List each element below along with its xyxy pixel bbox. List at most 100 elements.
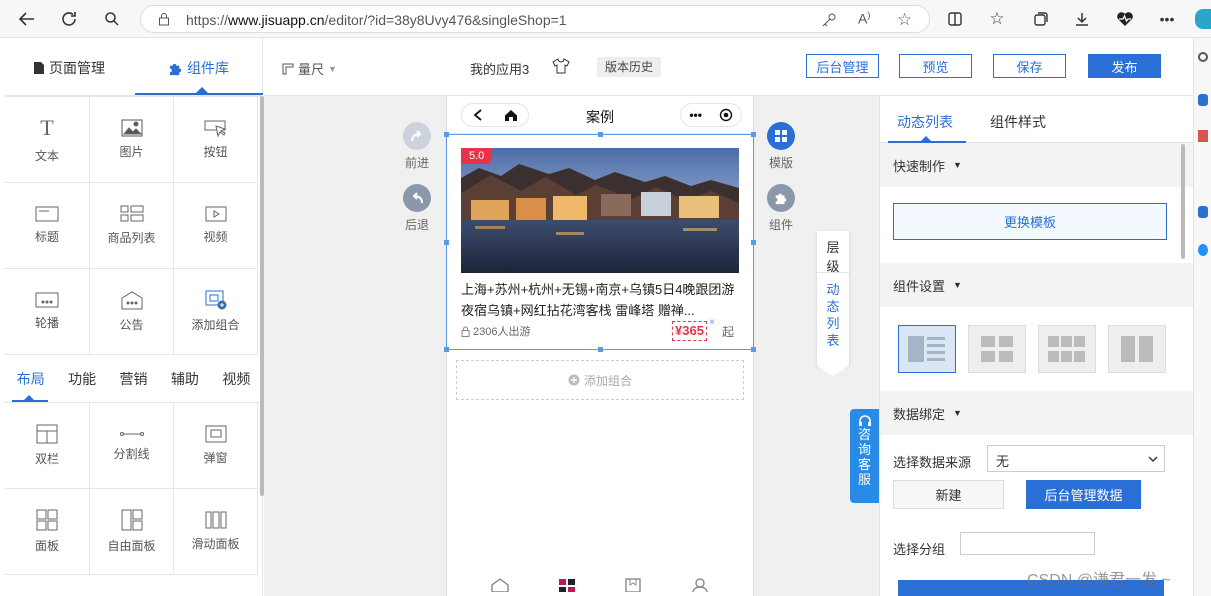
tab-cart-icon[interactable]	[624, 578, 642, 592]
component-settings-section[interactable]: 组件设置 ▼	[880, 263, 1211, 307]
health-icon[interactable]	[1116, 10, 1134, 28]
slide-panel-icon	[205, 511, 226, 529]
data-binding-section[interactable]: 数据绑定 ▼	[880, 391, 1211, 435]
tab-component-library[interactable]: 组件库	[168, 58, 229, 78]
download-icon[interactable]	[1073, 10, 1091, 28]
tab-category-icon[interactable]	[558, 578, 576, 592]
resize-handle[interactable]	[598, 132, 603, 137]
sidebar-app-icon[interactable]	[1198, 130, 1208, 142]
close-icon[interactable]: ×	[709, 317, 715, 328]
right-panel-scrollbar[interactable]	[1181, 144, 1185, 259]
component-label: 文本	[34, 149, 59, 163]
component-text[interactable]: T 文本	[5, 97, 90, 183]
component-free-panel[interactable]: 自由面板	[90, 489, 174, 575]
component-notice[interactable]: 公告	[90, 269, 174, 355]
close-circle-icon[interactable]	[719, 108, 733, 122]
browser-sidebar	[1193, 38, 1211, 596]
key-icon[interactable]	[821, 12, 837, 28]
layout-option-list[interactable]	[898, 325, 956, 373]
panel-icon	[36, 509, 58, 531]
app-name[interactable]: 我的应用3	[470, 59, 529, 78]
component-image[interactable]: 图片	[90, 97, 174, 183]
collections-icon[interactable]	[1032, 10, 1050, 28]
price-tag[interactable]: ¥365	[672, 321, 707, 341]
read-aloud-icon[interactable]: A)	[858, 10, 870, 27]
free-panel-icon	[121, 509, 142, 531]
quick-make-section[interactable]: 快速制作 ▼	[880, 143, 1211, 187]
component-divider[interactable]: 分割线	[90, 403, 174, 489]
resize-handle[interactable]	[751, 347, 756, 352]
forward-button[interactable]: 前进	[403, 122, 431, 171]
change-template-button[interactable]: 更换模板	[893, 203, 1167, 240]
source-label: 选择数据来源	[893, 455, 972, 470]
more-menu-icon[interactable]: •••	[1158, 10, 1176, 28]
sidebar-app-icon[interactable]	[1198, 244, 1208, 256]
more-icon[interactable]: •••	[689, 108, 702, 122]
tab-function[interactable]: 功能	[56, 369, 107, 389]
component-carousel[interactable]: 轮播	[5, 269, 90, 355]
product-list-icon	[120, 205, 143, 222]
favorite-star-icon[interactable]: ☆	[897, 10, 912, 30]
category-tabs: 布局 功能 营销 辅助 视频	[5, 355, 262, 403]
preview-button[interactable]: 预览	[899, 54, 972, 78]
sidebar-app-icon[interactable]	[1198, 206, 1208, 218]
resize-handle[interactable]	[444, 347, 449, 352]
layout-style-options	[880, 307, 1211, 391]
product-image[interactable]: 5.0	[461, 148, 739, 273]
component-button[interactable]: 按钮	[174, 97, 258, 183]
customer-service-button[interactable]: 咨询客服	[850, 409, 879, 503]
component-slide-panel[interactable]: 滑动面板	[174, 489, 258, 575]
add-group-placeholder[interactable]: 添加组合	[456, 360, 744, 400]
edge-profile-icon[interactable]	[1195, 9, 1211, 29]
admin-button[interactable]: 后台管理	[806, 54, 879, 78]
component-video[interactable]: 视频	[174, 183, 258, 269]
tab-marketing[interactable]: 营销	[108, 369, 159, 389]
layer-tab[interactable]: 层级	[817, 231, 849, 274]
new-data-button[interactable]: 新建	[893, 480, 1004, 509]
component-button[interactable]: 组件	[767, 184, 795, 233]
lock-icon[interactable]	[157, 12, 171, 26]
tab-layout[interactable]: 布局	[5, 369, 56, 389]
save-button[interactable]: 保存	[993, 54, 1066, 78]
version-history-button[interactable]: 版本历史	[597, 57, 662, 77]
resize-handle[interactable]	[751, 240, 756, 245]
shirt-icon[interactable]	[552, 58, 570, 74]
resize-handle[interactable]	[444, 132, 449, 137]
tab-home-icon[interactable]	[491, 578, 509, 592]
layout-option-grid2[interactable]	[968, 325, 1026, 373]
ruler-toggle[interactable]: 量尺 ▼	[282, 59, 337, 78]
tab-component-style[interactable]: 组件样式	[990, 112, 1046, 132]
back-arrow-icon[interactable]	[18, 10, 36, 28]
layout-option-big[interactable]	[1108, 325, 1166, 373]
category-select[interactable]	[960, 532, 1095, 555]
search-icon[interactable]	[103, 10, 121, 28]
component-add-group[interactable]: 添加组合	[174, 269, 258, 355]
sidebar-app-icon[interactable]	[1198, 94, 1208, 106]
resize-handle[interactable]	[444, 240, 449, 245]
publish-button[interactable]: 发布	[1088, 54, 1161, 78]
tab-profile-icon[interactable]	[691, 578, 709, 592]
admin-data-button[interactable]: 后台管理数据	[1026, 480, 1141, 509]
tab-auxiliary[interactable]: 辅助	[159, 369, 210, 389]
address-bar[interactable]: https://www.jisuapp.cn/editor/?id=38y8Uv…	[140, 5, 930, 33]
component-title[interactable]: 标题	[5, 183, 90, 269]
favorites-icon[interactable]: ☆	[988, 9, 1006, 28]
back-button[interactable]: 后退	[403, 184, 431, 233]
reload-icon[interactable]	[60, 10, 78, 28]
resize-handle[interactable]	[751, 132, 756, 137]
template-button[interactable]: 模版	[767, 122, 795, 171]
resize-handle[interactable]	[598, 347, 603, 352]
selected-dynamic-list[interactable]: 5.0 上海+苏州+杭州+无锡+南京+乌镇5日4晚跟团游夜宿乌镇+网红拈花湾客栈…	[444, 132, 756, 352]
tab-page-management[interactable]: 页面管理	[33, 58, 105, 78]
tab-dynamic-list[interactable]: 动态列表	[897, 112, 953, 132]
split-screen-icon[interactable]	[946, 10, 964, 28]
component-panel[interactable]: 面板	[5, 489, 90, 575]
component-two-column[interactable]: 双栏	[5, 403, 90, 489]
dynamic-list-tab[interactable]: 动态列表	[817, 273, 849, 349]
data-source-select[interactable]: 无	[987, 445, 1165, 472]
tab-video[interactable]: 视频	[211, 369, 262, 389]
layout-option-grid3[interactable]	[1038, 325, 1096, 373]
component-product-list[interactable]: 商品列表	[90, 183, 174, 269]
component-popup[interactable]: 弹窗	[174, 403, 258, 489]
sidebar-search-icon[interactable]	[1198, 52, 1208, 62]
